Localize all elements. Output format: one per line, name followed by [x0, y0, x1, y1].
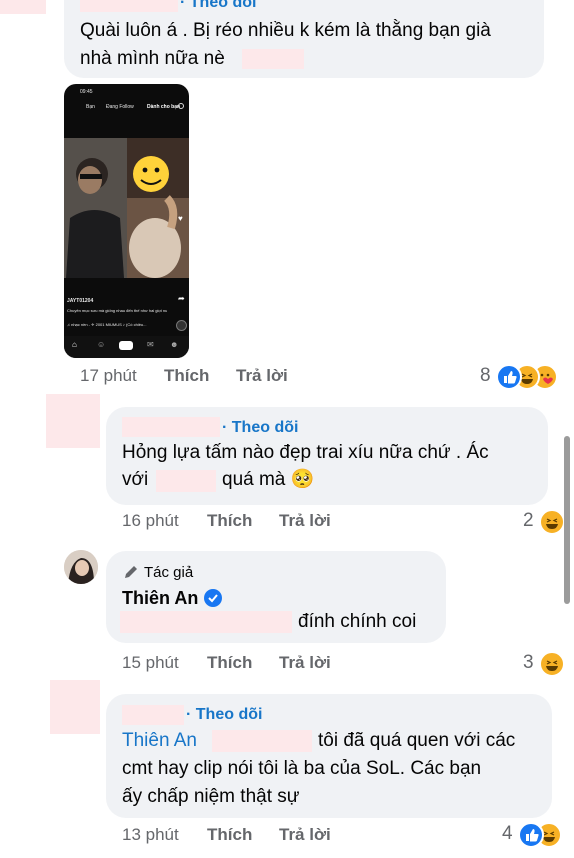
- share-icon: ➦: [178, 294, 185, 303]
- comment-time: 16 phút: [122, 511, 179, 530]
- reaction-count: 4: [502, 823, 513, 844]
- redacted-avatar: [46, 394, 100, 448]
- reply-action[interactable]: Trả lời: [279, 825, 331, 845]
- mention-link[interactable]: Thiên An: [122, 727, 197, 755]
- reaction-count: 3: [523, 652, 534, 673]
- redacted-avatar: [50, 680, 100, 734]
- phone-music: ♫ nhạc nền - ✈ 2001 MIUMUS ♪ (Có chiều..…: [67, 322, 147, 327]
- comment-text-line: Hỏng lựa tấm nào đẹp trai xíu nữa chứ . …: [122, 442, 489, 463]
- verified-badge-icon: [204, 589, 222, 607]
- author-badge: Tác giả: [144, 564, 194, 581]
- redacted-mention: [242, 49, 304, 69]
- phone-nav-bar: ⌂ ☺ ✉ ☻: [64, 336, 189, 358]
- search-icon: [178, 103, 184, 109]
- profile-icon: ☻: [170, 340, 179, 349]
- pencil-icon: [122, 563, 140, 586]
- comment-text-line: Quài luôn á . Bị réo nhiều k kém là thằn…: [80, 20, 491, 41]
- music-disc-icon: [176, 320, 187, 331]
- avatar[interactable]: [64, 550, 98, 584]
- phone-tab: Bạn: [86, 104, 95, 110]
- reaction-count: 2: [523, 510, 534, 531]
- phone-caption: Chuyên mục sưu mà giống nhau đến thế như…: [67, 308, 167, 313]
- author-name[interactable]: Thiên An: [122, 588, 198, 609]
- reaction-group[interactable]: [539, 509, 567, 535]
- like-action[interactable]: Thích: [207, 825, 252, 845]
- comment-text-line: cmt hay clip nói tôi là ba của SoL. Các …: [122, 758, 482, 779]
- phone-username: JAYT01204: [67, 298, 94, 304]
- reaction-group[interactable]: [518, 822, 568, 848]
- comment-time: 17 phút: [80, 366, 137, 385]
- phone-tab: Đang Follow: [106, 104, 134, 110]
- heart-icon: ♥: [178, 214, 183, 223]
- redacted-mention: [120, 611, 292, 633]
- reaction-group[interactable]: [539, 651, 567, 677]
- redacted-mention: [212, 730, 312, 752]
- redacted-name: [122, 705, 184, 725]
- haha-icon: [539, 509, 565, 535]
- phone-status-time: 09:45: [80, 89, 93, 95]
- comment-text-line: quá mà 🥺: [222, 469, 315, 490]
- reply-action[interactable]: Trả lời: [236, 366, 288, 386]
- like-icon: [496, 364, 522, 390]
- attached-screenshot[interactable]: 09:45 Bạn Đang Follow Dành cho bạn JAYT0…: [64, 84, 189, 358]
- comment-text: đính chính coi: [298, 611, 417, 632]
- comment-text-line: ấy chấp niệm thật sự: [122, 786, 300, 807]
- comment-time: 15 phút: [122, 653, 179, 672]
- reaction-count: 8: [480, 365, 491, 386]
- redacted-mention: [156, 470, 216, 492]
- reaction-group[interactable]: [496, 364, 566, 390]
- comment-time: 13 phút: [122, 825, 179, 844]
- follow-link[interactable]: · Theo dõi: [180, 0, 256, 12]
- like-action[interactable]: Thích: [164, 366, 209, 386]
- follow-link[interactable]: · Theo dõi: [186, 706, 262, 724]
- redacted-avatar: [0, 0, 46, 14]
- like-icon: [518, 822, 544, 848]
- like-action[interactable]: Thích: [207, 511, 252, 531]
- reply-action[interactable]: Trả lời: [279, 511, 331, 531]
- phone-tab: Dành cho bạn: [147, 104, 181, 110]
- photo-right: [127, 138, 189, 278]
- home-icon: ⌂: [72, 340, 77, 349]
- inbox-icon: ✉: [147, 340, 154, 349]
- friends-icon: ☺: [97, 340, 106, 349]
- redacted-name: [122, 417, 220, 437]
- redacted-name: [80, 0, 178, 12]
- create-icon: [119, 341, 133, 350]
- like-action[interactable]: Thích: [207, 653, 252, 673]
- comment-text-line: tôi đã quá quen với các: [318, 730, 516, 751]
- reply-action[interactable]: Trả lời: [279, 653, 331, 673]
- photo-left: [64, 138, 127, 278]
- haha-icon: [539, 651, 565, 677]
- comment-text-line: với: [122, 469, 149, 490]
- comment-text-line: nhà mình nữa nè: [80, 48, 225, 69]
- scrollbar[interactable]: [564, 436, 570, 604]
- follow-link[interactable]: · Theo dõi: [222, 419, 298, 437]
